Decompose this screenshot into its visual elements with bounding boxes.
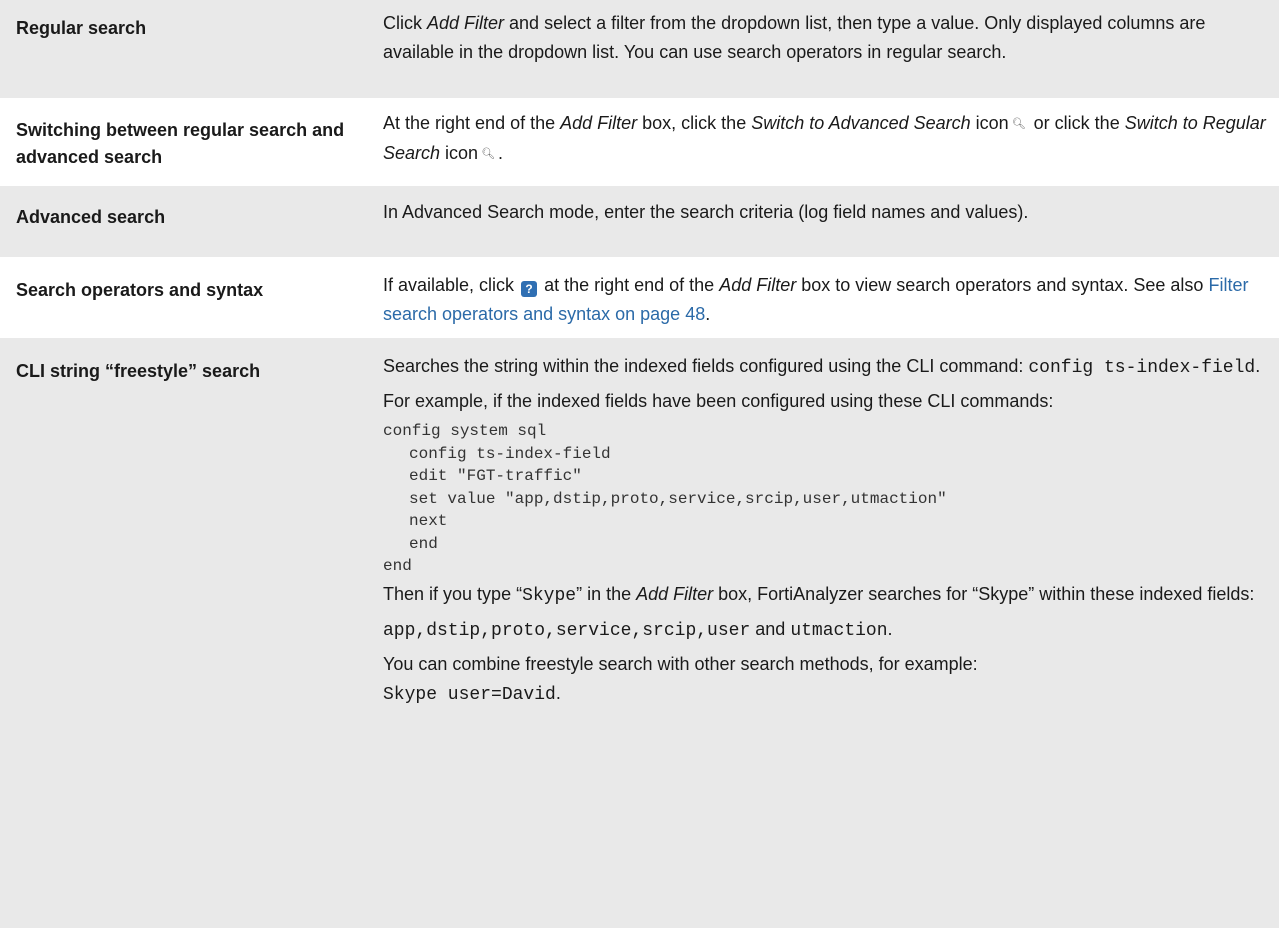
code-line: end	[409, 534, 438, 553]
code-line: end	[383, 557, 412, 575]
desc-text: .	[555, 682, 561, 703]
paragraph: Then if you type “Skype” in the Add Filt…	[383, 580, 1269, 611]
desc-advanced-search: In Advanced Search mode, enter the searc…	[383, 202, 1029, 222]
ui-term-add-filter: Add Filter	[427, 13, 505, 33]
term-advanced-search: Advanced search	[16, 207, 166, 227]
desc-text: box to view search operators and syntax.…	[796, 275, 1209, 295]
desc-text: .	[1255, 356, 1261, 376]
desc-text: ” in the	[576, 583, 637, 604]
desc-text: at the right end of the	[539, 275, 720, 295]
desc-text: Searches the string within the indexed f…	[383, 356, 1029, 376]
desc-text: or click the	[1028, 113, 1125, 133]
code-block: config system sql config ts-index-field ed…	[383, 420, 1269, 578]
ui-term-add-filter: Add Filter	[636, 583, 714, 604]
desc-text: If available, click	[383, 275, 520, 295]
table-row: Search operators and syntax If available…	[0, 259, 1279, 338]
paragraph: app,dstip,proto,service,srcip,user and u…	[383, 615, 1269, 646]
inline-code: Skype	[522, 585, 577, 606]
ui-term-add-filter: Add Filter	[560, 113, 638, 133]
desc-text: Click	[383, 13, 427, 33]
desc-text: box, click the	[637, 113, 752, 133]
desc-text: .	[887, 618, 893, 639]
desc-text: and select a filter from the dropdown li…	[383, 13, 1206, 62]
paragraph: For example, if the indexed fields have …	[383, 391, 1054, 411]
desc-cli-freestyle-search: Searches the string within the indexed f…	[383, 352, 1279, 928]
desc-text: .	[498, 142, 504, 163]
table-row: Regular search Click Add Filter and sele…	[0, 0, 1279, 100]
inline-code: app,dstip,proto,service,srcip,user	[383, 620, 751, 641]
desc-text: box, FortiAnalyzer searches for “Skype” …	[713, 583, 1255, 604]
inline-code: Skype user=David	[383, 684, 556, 705]
inline-code: utmaction	[790, 620, 888, 641]
code-line: edit "FGT-traffic"	[409, 467, 582, 485]
inline-code: config ts-index-field	[1028, 358, 1256, 378]
paragraph: Searches the string within the indexed f…	[383, 352, 1269, 383]
table-row: Advanced search In Advanced Search mode,…	[0, 186, 1279, 259]
code-line: next	[409, 512, 448, 530]
ui-term-switch-advanced: Switch to Advanced Search	[751, 113, 971, 133]
term-regular-search: Regular search	[16, 18, 147, 38]
term-search-operators: Search operators and syntax	[16, 280, 264, 300]
desc-text: Then if you type “	[383, 583, 523, 604]
desc-text: At the right end of the	[383, 113, 561, 133]
desc-search-operators: If available, click ? at the right end o…	[383, 271, 1279, 336]
paragraph: You can combine freestyle search with ot…	[383, 650, 1269, 710]
term-cli-freestyle-search: CLI string “freestyle” search	[16, 361, 261, 381]
search-advanced-icon: 🔍︎	[1011, 117, 1026, 130]
code-line: config system sql	[383, 422, 547, 440]
term-switching-search: Switching between regular search and adv…	[16, 120, 345, 167]
desc-switching-search: At the right end of the Add Filter box, …	[383, 109, 1279, 184]
help-icon: ?	[521, 281, 538, 297]
ui-term-add-filter: Add Filter	[719, 275, 797, 295]
code-line: set value "app,dstip,proto,service,srcip…	[409, 489, 947, 508]
search-methods-table: Regular search Click Add Filter and sele…	[0, 0, 1279, 928]
table-row: CLI string “freestyle” search Searches t…	[0, 338, 1279, 928]
desc-text: .	[705, 304, 711, 324]
desc-text: and	[750, 618, 791, 639]
code-line: config ts-index-field	[409, 444, 611, 463]
desc-text: You can combine freestyle search with ot…	[383, 653, 978, 674]
search-regular-icon: 🔍︎	[481, 147, 496, 160]
desc-text: icon	[970, 113, 1009, 133]
desc-text: icon	[440, 142, 479, 163]
table-row: Switching between regular search and adv…	[0, 100, 1279, 186]
desc-regular-search: Click Add Filter and select a filter fro…	[383, 9, 1279, 98]
